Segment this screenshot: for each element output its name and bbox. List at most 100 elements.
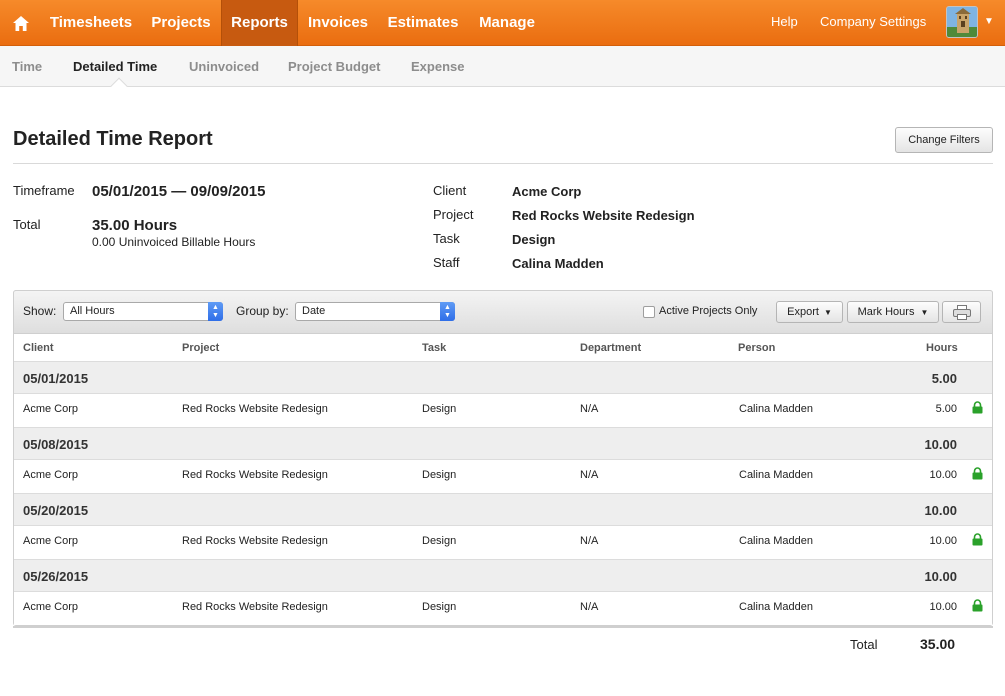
group-date: 05/26/2015	[23, 569, 89, 584]
export-label: Export	[787, 306, 819, 318]
table-row[interactable]: Acme Corp Red Rocks Website Redesign Des…	[14, 394, 992, 427]
group-date: 05/20/2015	[23, 503, 89, 518]
avatar[interactable]	[946, 6, 978, 38]
group-by-label: Group by:	[236, 304, 289, 318]
group-total: 10.00	[924, 569, 957, 584]
help-link[interactable]: Help	[771, 0, 798, 46]
group-date: 05/08/2015	[23, 437, 89, 452]
group-total: 5.00	[931, 371, 957, 386]
top-navigation: Timesheets Projects Reports Invoices Est…	[0, 0, 1005, 46]
nav-manage[interactable]: Manage	[468, 0, 546, 46]
caret-down-icon: ▼	[823, 307, 832, 317]
column-header-project: Project	[182, 342, 220, 354]
column-header-person: Person	[738, 342, 776, 354]
cell-hours: 10.00	[929, 601, 957, 613]
nav-timesheets[interactable]: Timesheets	[41, 0, 141, 46]
cell-client: Acme Corp	[23, 469, 79, 481]
show-label: Show:	[23, 304, 57, 318]
show-select[interactable]: All Hours ▲ ▼	[63, 302, 223, 321]
cell-department: N/A	[580, 601, 599, 613]
lock-icon	[972, 599, 983, 612]
table-row[interactable]: Acme Corp Red Rocks Website Redesign Des…	[14, 526, 992, 559]
mark-hours-button[interactable]: Mark Hours ▼	[847, 301, 939, 323]
grand-total-label: Total	[850, 637, 878, 652]
change-filters-button[interactable]: Change Filters	[895, 127, 993, 153]
tab-time[interactable]: Time	[12, 59, 42, 74]
avatar-image	[947, 7, 977, 37]
print-button[interactable]	[942, 301, 981, 323]
cell-task: Design	[422, 535, 457, 547]
home-icon	[12, 15, 29, 31]
lock-icon	[972, 401, 983, 414]
nav-invoices[interactable]: Invoices	[298, 0, 378, 46]
cell-task: Design	[422, 601, 457, 613]
select-arrows-icon: ▲ ▼	[440, 302, 455, 321]
cell-person: Calina Madden	[739, 469, 813, 481]
total-hours-value: 35.00 Hours	[92, 217, 178, 234]
tab-project-budget[interactable]: Project Budget	[288, 59, 380, 74]
total-label: Total	[13, 217, 41, 232]
timeframe-value: 05/01/2015 — 09/09/2015	[92, 183, 266, 200]
cell-department: N/A	[580, 535, 599, 547]
show-select-value: All Hours	[70, 305, 115, 317]
export-button[interactable]: Export ▼	[776, 301, 843, 323]
timeframe-label: Timeframe	[13, 183, 75, 198]
cell-client: Acme Corp	[23, 403, 79, 415]
nav-estimates[interactable]: Estimates	[378, 0, 468, 46]
cell-hours: 10.00	[929, 535, 957, 547]
column-header-task: Task	[422, 342, 447, 354]
cell-department: N/A	[580, 403, 599, 415]
lock-icon	[972, 467, 983, 480]
tab-uninvoiced[interactable]: Uninvoiced	[189, 59, 259, 74]
group-row: 05/08/2015 10.00	[14, 427, 992, 460]
tab-expense[interactable]: Expense	[411, 59, 464, 74]
cell-department: N/A	[580, 469, 599, 481]
cell-person: Calina Madden	[739, 601, 813, 613]
divider	[13, 626, 993, 628]
tab-detailed-time[interactable]: Detailed Time	[73, 59, 157, 74]
project-value: Red Rocks Website Redesign	[512, 208, 695, 223]
caret-down-icon: ▼	[920, 307, 929, 317]
group-by-select[interactable]: Date ▲ ▼	[295, 302, 455, 321]
cell-task: Design	[422, 469, 457, 481]
column-header-department: Department	[580, 342, 642, 354]
staff-value: Calina Madden	[512, 256, 604, 271]
nav-reports[interactable]: Reports	[221, 0, 298, 46]
cell-client: Acme Corp	[23, 535, 79, 547]
nav-projects[interactable]: Projects	[141, 0, 221, 46]
project-label: Project	[433, 207, 474, 222]
company-settings-link[interactable]: Company Settings	[820, 0, 926, 46]
cell-project: Red Rocks Website Redesign	[182, 535, 328, 547]
table-row[interactable]: Acme Corp Red Rocks Website Redesign Des…	[14, 592, 992, 625]
active-projects-label[interactable]: Active Projects Only	[659, 305, 757, 317]
task-label: Task	[433, 231, 460, 246]
home-button[interactable]	[0, 0, 41, 46]
group-row: 05/26/2015 10.00	[14, 559, 992, 592]
group-date: 05/01/2015	[23, 371, 89, 386]
cell-hours: 5.00	[935, 403, 957, 415]
client-value: Acme Corp	[512, 184, 582, 199]
cell-task: Design	[422, 403, 457, 415]
column-header-hours: Hours	[926, 342, 958, 354]
table-row[interactable]: Acme Corp Red Rocks Website Redesign Des…	[14, 460, 992, 493]
lock-icon	[972, 533, 983, 546]
active-projects-checkbox[interactable]	[643, 306, 655, 318]
cell-project: Red Rocks Website Redesign	[182, 469, 328, 481]
mark-hours-label: Mark Hours	[857, 306, 915, 318]
page-title: Detailed Time Report	[13, 128, 213, 150]
uninvoiced-hours: 0.00 Uninvoiced Billable Hours	[92, 235, 256, 249]
grand-total-value: 35.00	[920, 636, 956, 652]
cell-person: Calina Madden	[739, 535, 813, 547]
cell-person: Calina Madden	[739, 403, 813, 415]
task-value: Design	[512, 232, 556, 247]
column-header-client: Client	[23, 342, 54, 354]
group-total: 10.00	[924, 503, 957, 518]
cell-project: Red Rocks Website Redesign	[182, 403, 328, 415]
group-row: 05/01/2015 5.00	[14, 361, 992, 394]
report-tabs: Time Detailed Time Uninvoiced Project Bu…	[0, 46, 1005, 87]
chevron-down-icon[interactable]: ▼	[984, 16, 994, 27]
group-row: 05/20/2015 10.00	[14, 493, 992, 526]
cell-client: Acme Corp	[23, 601, 79, 613]
group-total: 10.00	[924, 437, 957, 452]
printer-icon	[952, 304, 971, 320]
